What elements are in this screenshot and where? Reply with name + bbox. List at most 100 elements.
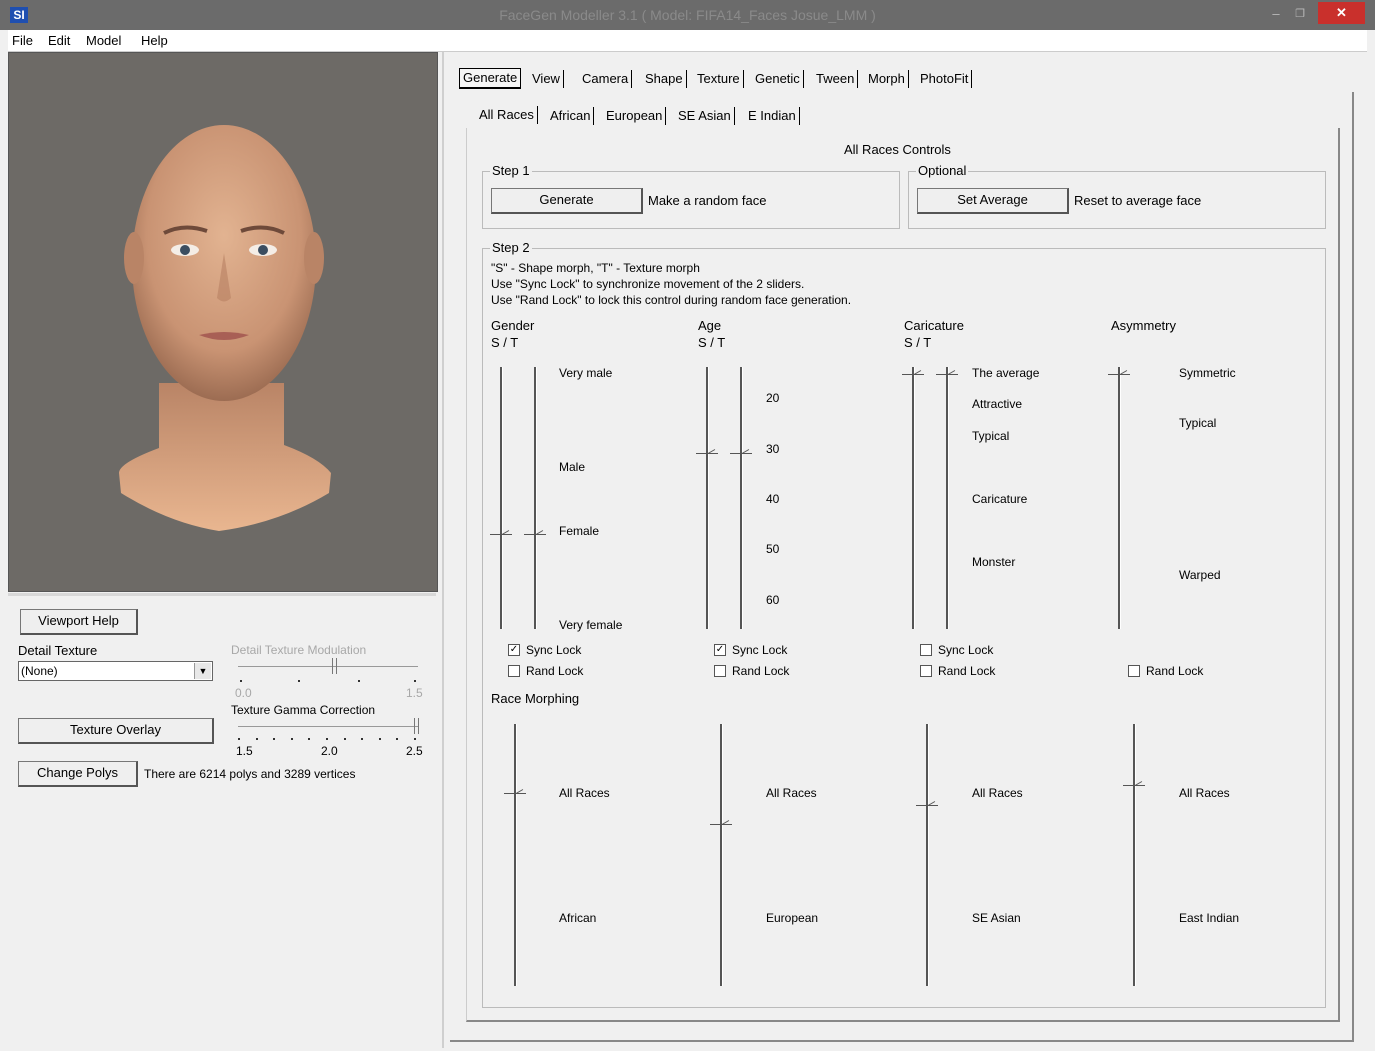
tick [291,738,293,740]
tab-e-indian[interactable]: E Indian [745,107,800,125]
3d-viewport[interactable] [8,52,438,592]
texture-overlay-button[interactable]: Texture Overlay [18,718,214,744]
minimize-icon[interactable]: – [1266,5,1286,23]
age-label: 50 [766,542,780,556]
menu-edit[interactable]: Edit [48,33,70,48]
age-sync-lock-checkbox[interactable]: ✓ [714,644,726,656]
slider-track [1133,724,1136,986]
tab-tween[interactable]: Tween [813,70,859,88]
caricature-texture-slider[interactable] [936,367,970,629]
tick [273,738,275,740]
race-morph-se-asian-slider[interactable] [916,724,950,986]
race-morph-top-label: All Races [559,786,610,800]
slider-track [514,724,517,986]
tab-generate[interactable]: Generate [459,68,522,89]
detail-texture-select[interactable]: (None) ▼ [18,661,213,681]
close-icon[interactable]: ✕ [1318,2,1365,24]
caricature-rand-lock-checkbox[interactable] [920,665,932,677]
menu-model[interactable]: Model [86,33,121,48]
slider-thumb[interactable] [710,822,732,830]
controls-title: All Races Controls [844,142,951,157]
slider-track [1118,367,1121,629]
slider-thumb[interactable] [504,791,526,799]
gamma-tick-label: 2.5 [406,744,423,758]
step2-help-line: Use "Rand Lock" to lock this control dur… [491,293,852,307]
slider-track [740,367,743,629]
tab-all-races[interactable]: All Races [476,106,538,124]
set-average-description: Reset to average face [1074,193,1202,208]
age-rand-lock-checkbox[interactable] [714,665,726,677]
tab-texture[interactable]: Texture [694,70,744,88]
detail-mod-track [238,666,418,667]
tick [361,738,363,740]
race-morph-east-indian-slider[interactable] [1123,724,1157,986]
detail-mod-thumb[interactable] [332,658,337,674]
asymmetry-rand-lock-checkbox[interactable] [1128,665,1140,677]
tab-genetic[interactable]: Genetic [752,70,804,88]
slider-thumb[interactable] [1123,783,1145,791]
tick [344,738,346,740]
caricature-sync-lock-checkbox[interactable] [920,644,932,656]
gender-sync-lock-checkbox[interactable]: ✓ [508,644,520,656]
race-morph-european-slider[interactable] [710,724,744,986]
age-texture-slider[interactable] [730,367,764,629]
tick [256,738,258,740]
tab-european[interactable]: European [603,107,667,125]
slider-track [720,724,723,986]
slider-thumb[interactable] [696,451,718,459]
tick [358,680,360,682]
generate-button[interactable]: Generate [491,188,643,214]
detail-mod-min: 0.0 [235,686,252,700]
age-label: 60 [766,593,780,607]
race-morph-bottom-label: African [559,911,597,925]
tab-african[interactable]: African [547,107,595,125]
gamma-tick-row [238,738,418,742]
caricature-shape-slider[interactable] [902,367,936,629]
tab-shape[interactable]: Shape [642,70,687,88]
step1-title: Step 1 [490,163,532,178]
slider-track [500,367,503,629]
chevron-down-icon[interactable]: ▼ [194,663,211,679]
slider-thumb[interactable] [490,532,512,540]
slider-thumb[interactable] [916,803,938,811]
controls-panel: Generate View Camera Shape Texture Genet… [442,52,1369,1048]
caricature-label: Caricature [972,492,1028,506]
tick [238,738,240,740]
tab-photofit[interactable]: PhotoFit [917,70,973,88]
slider-thumb[interactable] [902,372,924,380]
race-morphing-title: Race Morphing [491,691,580,706]
change-polys-button[interactable]: Change Polys [18,761,138,787]
gender-label: Female [559,524,600,538]
tab-view[interactable]: View [529,70,564,88]
slider-track [926,724,929,986]
slider-thumb[interactable] [1108,372,1130,380]
gamma-thumb[interactable] [414,718,419,734]
gamma-slider[interactable] [238,718,419,744]
slider-track [706,367,709,629]
set-average-button[interactable]: Set Average [917,188,1069,214]
asymmetry-slider[interactable] [1108,367,1142,629]
detail-mod-slider[interactable] [238,658,418,688]
gender-texture-slider[interactable] [524,367,558,629]
generate-description: Make a random face [648,193,767,208]
gender-shape-slider[interactable] [490,367,524,629]
viewport-help-button[interactable]: Viewport Help [20,609,138,635]
tab-morph[interactable]: Morph [865,70,909,88]
slider-thumb[interactable] [730,451,752,459]
menu-help[interactable]: Help [141,33,168,48]
race-morph-top-label: All Races [766,786,817,800]
gender-rand-lock-checkbox[interactable] [508,665,520,677]
age-shape-slider[interactable] [696,367,730,629]
race-tab-bar: All Races African European SE Asian E In… [476,106,1076,128]
slider-thumb[interactable] [936,372,958,380]
slider-track [912,367,915,629]
rand-lock-label: Rand Lock [1146,664,1204,678]
rand-lock-label: Rand Lock [732,664,790,678]
maximize-icon[interactable]: ❐ [1290,5,1310,23]
caricature-label: Attractive [972,397,1023,411]
slider-thumb[interactable] [524,532,546,540]
menu-file[interactable]: File [12,33,33,48]
tab-camera[interactable]: Camera [579,70,633,88]
tab-se-asian[interactable]: SE Asian [675,107,735,125]
race-morph-african-slider[interactable] [504,724,538,986]
